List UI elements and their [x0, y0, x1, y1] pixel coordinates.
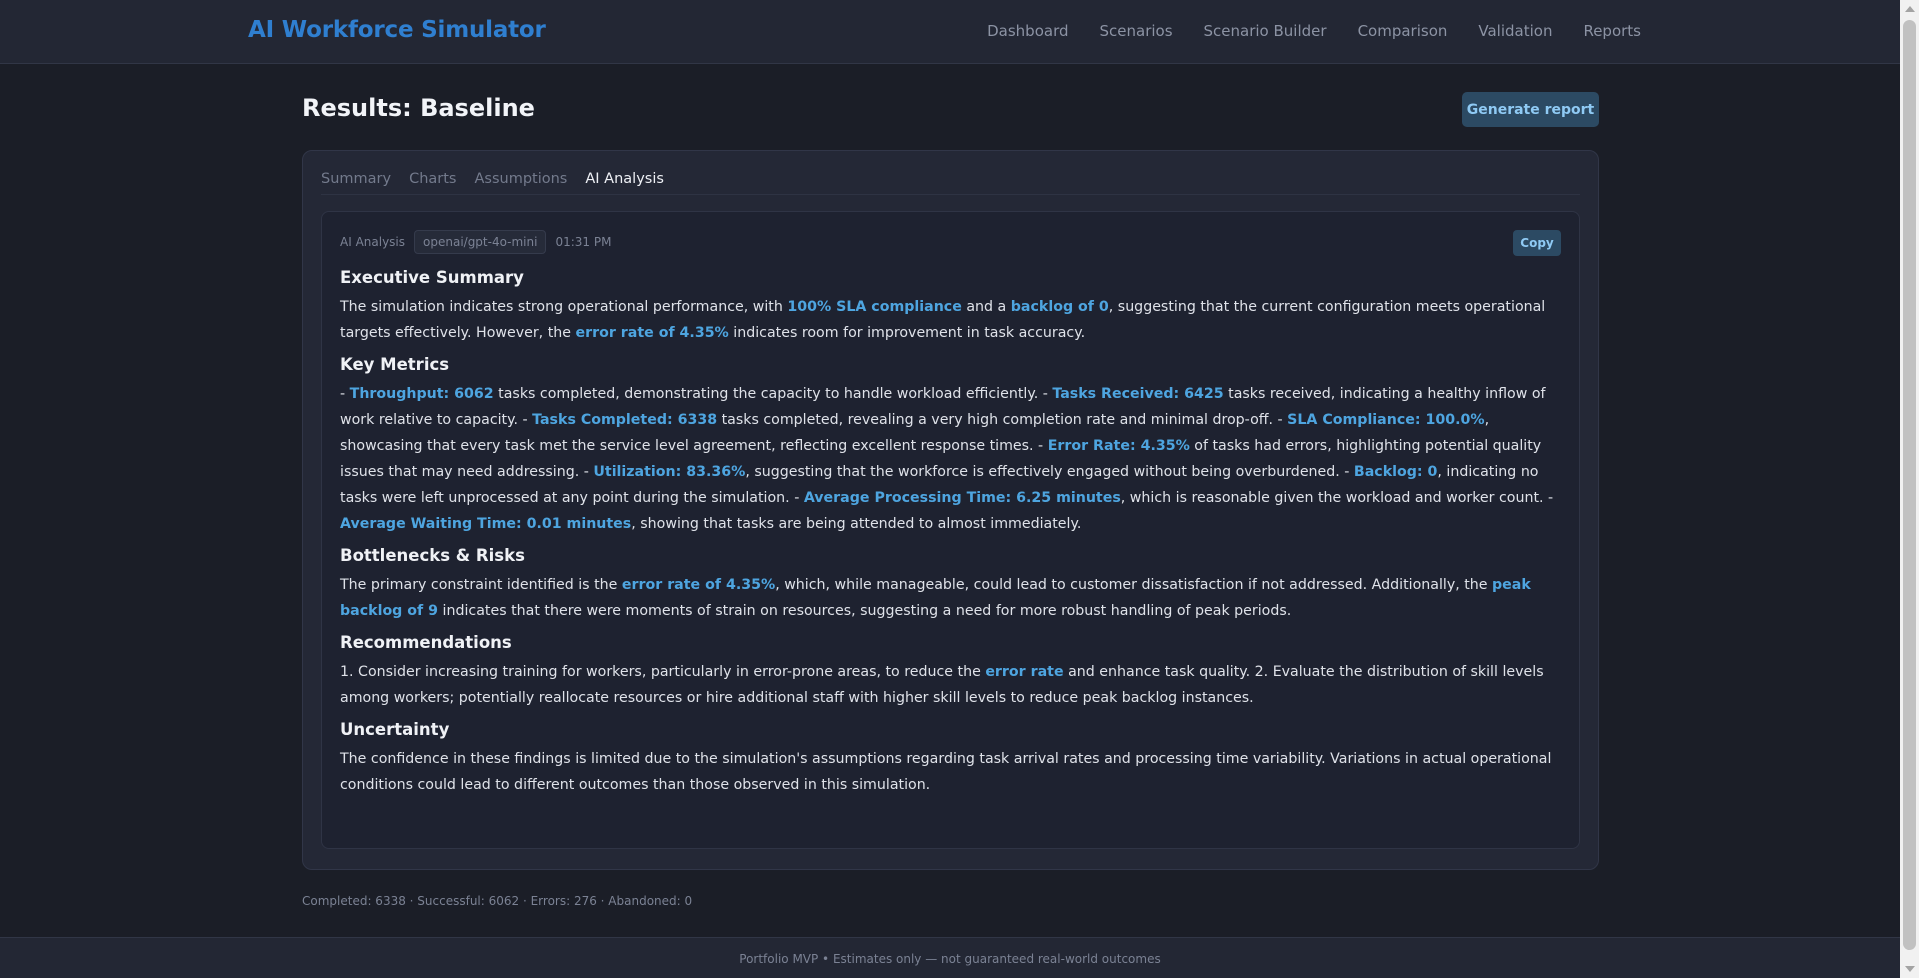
analysis-timestamp: 01:31 PM	[555, 235, 612, 249]
highlighted-metric: SLA Compliance: 100.0%	[1287, 412, 1485, 428]
highlighted-metric: Average Processing Time: 6.25 minutes	[803, 490, 1121, 506]
results-card: Summary Charts Assumptions AI Analysis A…	[302, 150, 1599, 870]
analysis-text: The simulation indicates strong operatio…	[340, 299, 788, 315]
analysis-text: tasks completed, demonstrating the capac…	[493, 386, 1053, 402]
analysis-text: 1. Consider increasing training for work…	[340, 664, 986, 680]
section-heading-key-metrics: Key Metrics	[340, 355, 450, 374]
highlighted-metric: Utilization: 83.36%	[593, 464, 746, 480]
analysis-text: indicates room for improvement in task a…	[728, 325, 1086, 341]
results-tabs: Summary Charts Assumptions AI Analysis	[321, 171, 664, 187]
nav-dashboard[interactable]: Dashboard	[987, 22, 1068, 40]
highlighted-metric: Backlog: 0	[1353, 464, 1438, 480]
highlighted-metric: Average Waiting Time: 0.01 minutes	[340, 516, 632, 532]
tab-assumptions[interactable]: Assumptions	[474, 171, 567, 187]
analysis-text: The primary constraint identified is the	[340, 577, 622, 593]
analysis-content: Executive Summary The simulation indicat…	[340, 268, 1565, 807]
highlighted-metric: error rate of 4.35%	[575, 325, 729, 341]
analysis-text: The confidence in these findings is limi…	[340, 751, 1552, 793]
nav-reports[interactable]: Reports	[1583, 22, 1641, 40]
tabs-divider	[321, 194, 1580, 195]
analysis-text: and a	[961, 299, 1011, 315]
analysis-text: -	[340, 386, 350, 402]
analysis-text: , which is reasonable given the workload…	[1120, 490, 1554, 506]
highlighted-metric: Tasks Received: 6425	[1052, 386, 1224, 402]
analysis-text: , suggesting that the workforce is effec…	[745, 464, 1354, 480]
section-body-bottlenecks-risks: The primary constraint identified is the…	[340, 572, 1565, 624]
section-body-key-metrics: - Throughput: 6062 tasks completed, demo…	[340, 381, 1565, 537]
generate-report-button[interactable]: Generate report	[1462, 92, 1599, 127]
section-heading-executive-summary: Executive Summary	[340, 268, 524, 287]
section-body-uncertainty: The confidence in these findings is limi…	[340, 746, 1565, 798]
nav-validation[interactable]: Validation	[1478, 22, 1552, 40]
analysis-text: tasks completed, revealing a very high c…	[717, 412, 1288, 428]
analysis-text: , which, while manageable, could lead to…	[775, 577, 1493, 593]
top-navbar: AI Workforce Simulator Dashboard Scenari…	[0, 0, 1900, 64]
highlighted-metric: 100% SLA compliance	[787, 299, 962, 315]
page-scrollbar[interactable]	[1900, 0, 1919, 978]
footer-disclaimer: Portfolio MVP • Estimates only — not gua…	[739, 952, 1161, 966]
scrollbar-thumb[interactable]	[1903, 20, 1916, 950]
highlighted-metric: Throughput: 6062	[349, 386, 494, 402]
tab-summary[interactable]: Summary	[321, 171, 391, 187]
tab-ai-analysis[interactable]: AI Analysis	[585, 171, 664, 187]
nav-comparison[interactable]: Comparison	[1358, 22, 1448, 40]
model-badge: openai/gpt-4o-mini	[414, 230, 547, 254]
page-title: Results: Baseline	[302, 94, 535, 122]
analysis-meta: AI Analysis openai/gpt-4o-mini 01:31 PM	[340, 230, 611, 254]
copy-button[interactable]: Copy	[1513, 230, 1561, 256]
analysis-text: , showing that tasks are being attended …	[631, 516, 1082, 532]
nav-scenarios[interactable]: Scenarios	[1100, 22, 1173, 40]
section-body-recommendations: 1. Consider increasing training for work…	[340, 659, 1565, 711]
main-nav: Dashboard Scenarios Scenario Builder Com…	[987, 22, 1641, 40]
analysis-text: indicates that there were moments of str…	[438, 603, 1292, 619]
highlighted-metric: Error Rate: 4.35%	[1047, 438, 1190, 454]
highlighted-metric: backlog of 0	[1010, 299, 1109, 315]
ai-analysis-panel: AI Analysis openai/gpt-4o-mini 01:31 PM …	[321, 211, 1580, 849]
highlighted-metric: error rate of 4.35%	[621, 577, 776, 593]
page-footer: Portfolio MVP • Estimates only — not gua…	[0, 937, 1900, 978]
app-title[interactable]: AI Workforce Simulator	[248, 17, 546, 43]
nav-scenario-builder[interactable]: Scenario Builder	[1204, 22, 1327, 40]
tab-charts[interactable]: Charts	[409, 171, 456, 187]
run-stats: Completed: 6338 · Successful: 6062 · Err…	[302, 894, 693, 908]
section-heading-uncertainty: Uncertainty	[340, 720, 450, 739]
section-heading-bottlenecks-risks: Bottlenecks & Risks	[340, 546, 525, 565]
highlighted-metric: Tasks Completed: 6338	[532, 412, 718, 428]
analysis-label: AI Analysis	[340, 235, 406, 249]
section-body-executive-summary: The simulation indicates strong operatio…	[340, 294, 1565, 346]
highlighted-metric: error rate	[985, 664, 1064, 680]
scroll-up-arrow-icon[interactable]	[1905, 6, 1915, 12]
scroll-down-arrow-icon[interactable]	[1905, 966, 1915, 972]
section-heading-recommendations: Recommendations	[340, 633, 512, 652]
